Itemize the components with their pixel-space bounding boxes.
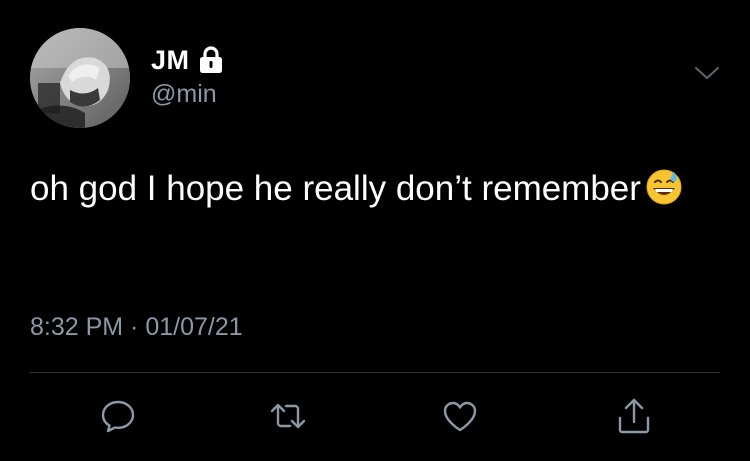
chevron-down-icon[interactable] — [692, 62, 722, 84]
avatar-image — [30, 28, 130, 128]
tweet: JM @min oh god I hope he really don’t re… — [0, 0, 750, 461]
display-name[interactable]: JM — [151, 45, 190, 76]
display-name-row: JM — [151, 42, 224, 78]
share-icon — [615, 396, 653, 436]
retweet-icon — [268, 397, 308, 435]
lock-icon — [198, 46, 224, 74]
tweet-body: oh god I hope he really don’t remember — [30, 169, 641, 208]
like-icon — [440, 397, 480, 435]
reply-button[interactable] — [98, 396, 138, 436]
tweet-text: oh god I hope he really don’t remember — [30, 162, 720, 216]
user-handle[interactable]: @min — [151, 80, 217, 109]
avatar[interactable] — [30, 28, 130, 128]
like-button[interactable] — [440, 396, 480, 436]
reply-icon — [99, 397, 137, 435]
timestamp[interactable]: 8:32 PM · 01/07/21 — [30, 313, 243, 342]
share-button[interactable] — [614, 396, 654, 436]
grinning-face-with-sweat-emoji — [645, 168, 683, 206]
retweet-button[interactable] — [268, 396, 308, 436]
divider — [30, 372, 720, 373]
